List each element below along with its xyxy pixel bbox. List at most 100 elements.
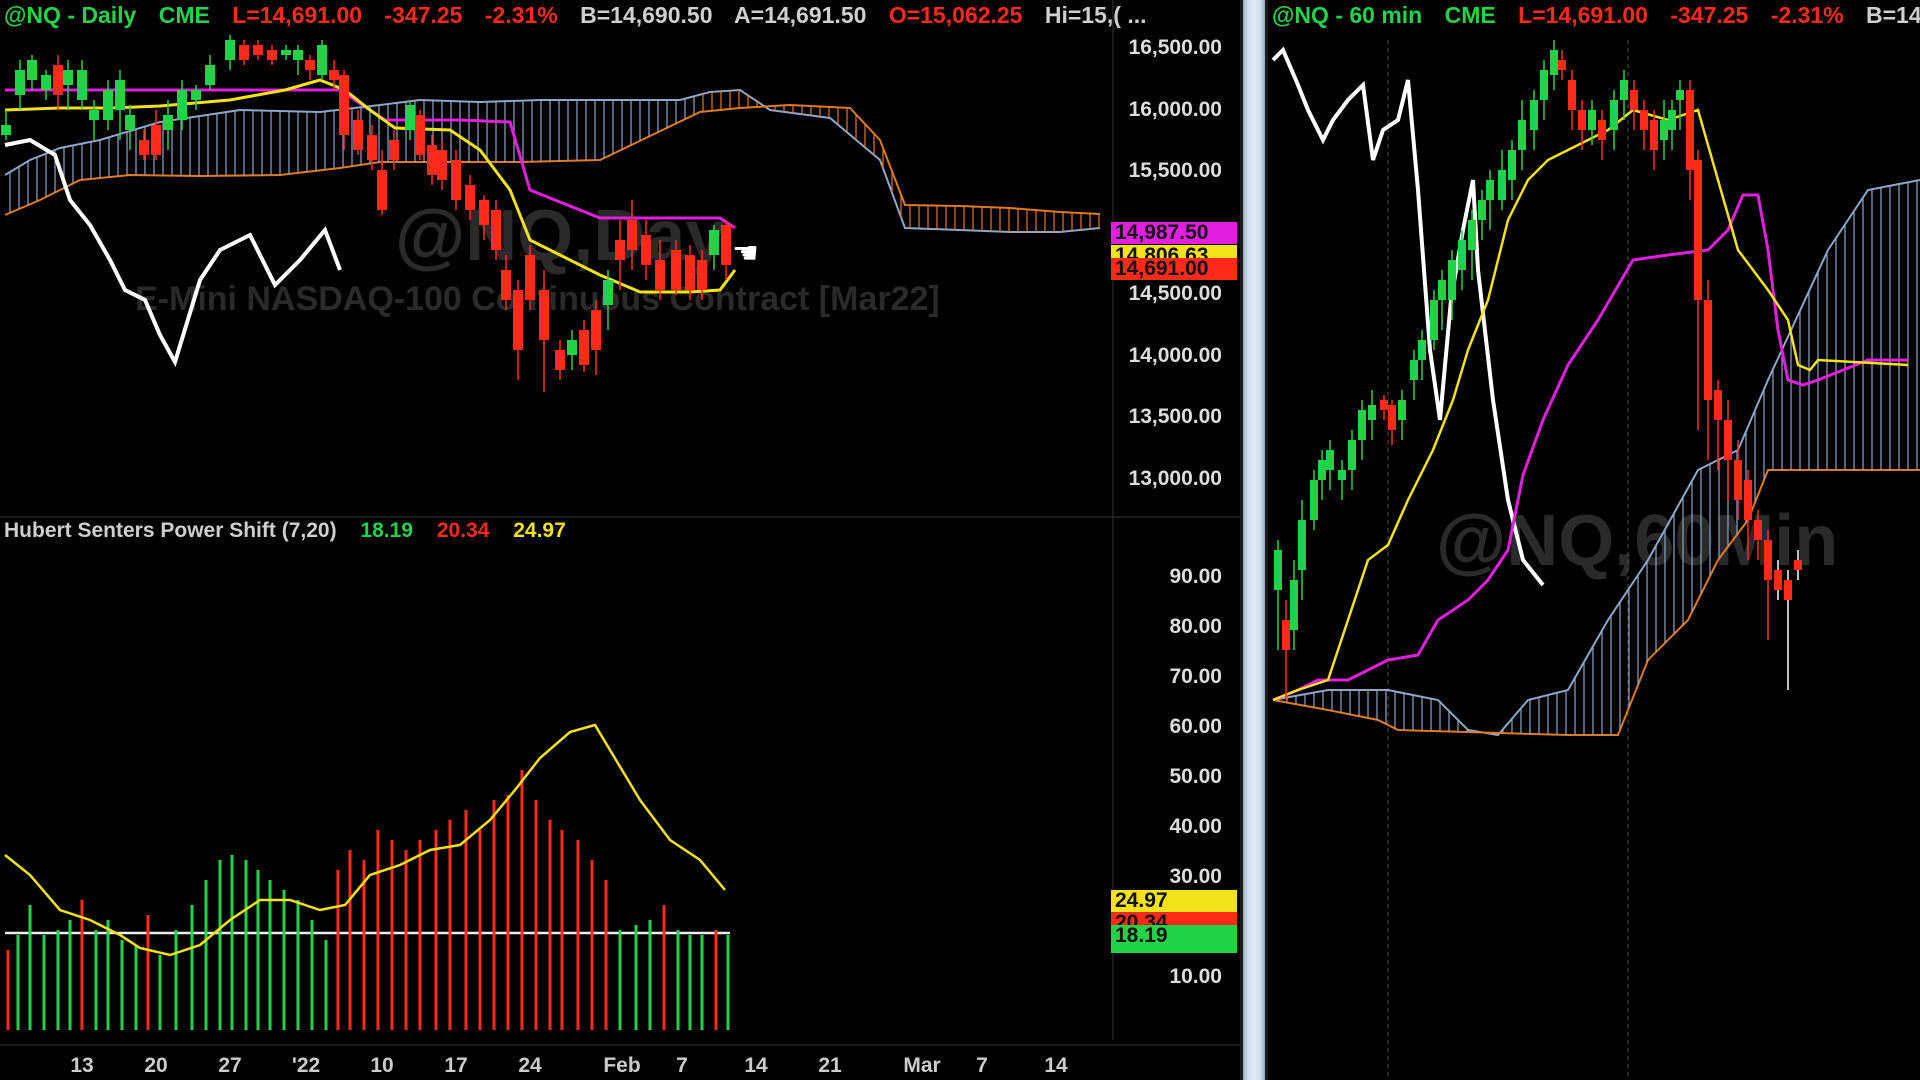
indicator-value-red: 20.34: [436, 519, 490, 542]
cloud-upper-line: [1272, 179, 1920, 737]
sixty-min-candle-body: [1540, 70, 1548, 100]
daily-candle-body: [579, 330, 589, 365]
sixty-min-candle-body: [1630, 90, 1638, 110]
sixty-min-candle-body: [1478, 200, 1486, 220]
daily-candle-body: [1, 125, 11, 135]
date-axis-label: 10: [370, 1054, 394, 1077]
daily-chart-pane[interactable]: @NQ,Day E-Mini NASDAQ-100 Continuous Con…: [0, 0, 1240, 1080]
date-axis-label: 21: [818, 1054, 842, 1077]
daily-candle-body: [615, 240, 625, 260]
pct-change-60: -2.31%: [1770, 2, 1844, 28]
sixty-min-candle-body: [1486, 180, 1494, 200]
daily-candle-body: [567, 340, 577, 355]
daily-candle-body: [89, 110, 99, 120]
daily-candle-body: [151, 125, 161, 155]
sixty-min-candle-body: [1650, 120, 1658, 150]
sixty-min-candle-body: [1438, 280, 1446, 300]
pane-splitter[interactable]: [1240, 0, 1268, 1080]
sixty-min-candle-body: [1290, 580, 1298, 630]
sixty-min-candle-body: [1610, 100, 1618, 130]
sixty-min-candle-body: [1410, 360, 1418, 380]
symbol-label-60[interactable]: @NQ - 60 min: [1272, 2, 1422, 28]
price-axis-tick: 16,000.00: [1128, 97, 1222, 121]
bid-price: B=14,690.50: [580, 2, 713, 28]
daily-candle-body: [317, 45, 327, 75]
daily-candle-body: [539, 290, 549, 340]
daily-candle-body: [225, 40, 235, 60]
sixty-min-candle-body: [1368, 405, 1376, 420]
exchange-label-60: CME: [1444, 2, 1496, 28]
daily-candle-body: [27, 60, 37, 80]
sixty-min-candle-body: [1518, 120, 1526, 150]
sixty-min-candle-body: [1568, 80, 1576, 110]
date-axis-label: Mar: [903, 1054, 941, 1077]
sixty-min-candle-body: [1418, 340, 1426, 360]
daily-candle-body: [77, 70, 87, 100]
tenkan-line: [4, 78, 737, 294]
daily-candle-body: [479, 200, 489, 225]
daily-candle-body: [125, 115, 135, 130]
date-axis-label: 13: [70, 1054, 94, 1077]
net-change: -347.25: [384, 2, 463, 28]
sixty-min-candle-body: [1298, 520, 1306, 570]
daily-candle-body: [603, 280, 613, 305]
sixty-min-candle-body: [1326, 450, 1334, 470]
sixty-min-candle-body: [1274, 550, 1282, 590]
daily-candle-body: [367, 135, 377, 160]
sixty-min-candle-body: [1598, 120, 1606, 140]
price-axis-tick: 13,500.00: [1128, 405, 1222, 428]
sixty-min-candle-body: [1578, 110, 1586, 130]
price-axis-tick: 16,500.00: [1128, 36, 1222, 59]
daily-candle-body: [103, 90, 113, 120]
daily-candle-body: [437, 150, 447, 180]
daily-candle-body: [709, 230, 719, 255]
indicator-badge: 18.19: [1111, 925, 1237, 953]
price-badge: 14,987.50: [1111, 222, 1237, 244]
symbol-label[interactable]: @NQ - Daily: [4, 2, 136, 28]
sixty-min-candle-body: [1744, 480, 1752, 520]
indicator-axis-tick: 40.00: [1169, 815, 1222, 838]
date-axis-label: Feb: [603, 1054, 641, 1077]
daily-candle-body: [697, 260, 707, 290]
net-change-60: -347.25: [1670, 2, 1749, 28]
ask-price: A=14,691.50: [734, 2, 867, 28]
daily-candle-body: [115, 80, 125, 110]
sixty-min-candle-body: [1686, 90, 1694, 170]
open-price: O=15,062.25: [888, 2, 1023, 28]
daily-candle-body: [329, 70, 339, 80]
date-axis-label: 27: [218, 1054, 242, 1077]
sixty-min-candle-body: [1458, 240, 1466, 270]
daily-candle-body: [339, 75, 349, 135]
sixty-min-candle-body: [1358, 410, 1366, 440]
sixty-min-chart-pane[interactable]: @NQ,60Min @NQ - 60 min CME L=14,691.00 -…: [1268, 0, 1920, 1080]
daily-candle-body: [353, 120, 363, 150]
daily-candle-body: [53, 65, 63, 95]
sixty-min-price-chart[interactable]: [1268, 0, 1920, 1080]
sixty-min-candle-body: [1640, 110, 1648, 130]
sixty-min-candle-body: [1676, 90, 1684, 100]
sixty-min-candle-body: [1694, 160, 1702, 300]
price-axis-tick: 15,500.00: [1128, 159, 1222, 182]
indicator-axis-tick: 70.00: [1169, 665, 1222, 688]
exchange-label: CME: [158, 2, 210, 28]
sixty-min-candle-body: [1468, 220, 1476, 250]
sixty-min-candle-body: [1550, 50, 1558, 75]
daily-candle-body: [501, 270, 511, 300]
indicator-axis-tick: 30.00: [1169, 865, 1222, 888]
sixty-min-candle-body: [1380, 400, 1388, 410]
daily-candle-body: [465, 185, 475, 210]
indicator-axis-tick: 90.00: [1169, 565, 1222, 588]
price-axis-tick: 13,000.00: [1128, 466, 1222, 490]
daily-candle-body: [15, 70, 25, 95]
sixty-min-candle-body: [1388, 405, 1396, 430]
sixty-min-candle-body: [1724, 420, 1732, 460]
indicator-badge: 24.97: [1111, 890, 1237, 912]
daily-candle-body: [655, 260, 665, 290]
indicator-axis-tick: 50.00: [1169, 765, 1222, 788]
sixty-min-candle-body: [1318, 460, 1326, 480]
price-badge: 14,691.00: [1111, 258, 1237, 280]
price-axis-tick: 14,500.00: [1128, 282, 1222, 305]
indicator-name[interactable]: Hubert Senters Power Shift (7,20): [4, 519, 337, 542]
last-price: L=14,691.00: [232, 2, 363, 28]
sixty-min-candle-body: [1668, 110, 1676, 130]
